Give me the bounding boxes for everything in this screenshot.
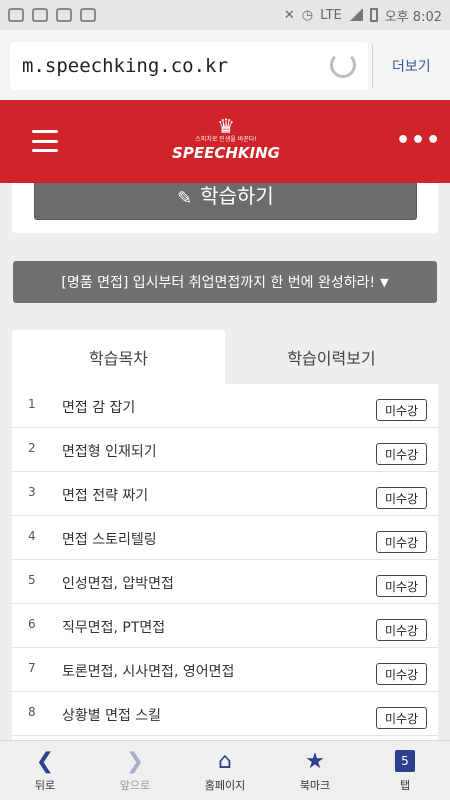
logo-tagline: 스피치로 인생을 바꾼다!: [195, 136, 257, 143]
mute-icon: ✕: [283, 7, 295, 23]
course-dropdown-label: [명품 면접] 입시부터 취업면접까지 한 번에 완성하라!: [61, 275, 376, 291]
forward-button[interactable]: ❯ 앞으로: [90, 741, 180, 800]
tab-bar: 학습목차 학습이력보기: [12, 330, 438, 384]
tab-history[interactable]: 학습이력보기: [225, 330, 438, 384]
lesson-title[interactable]: 면접형 인재되기: [62, 441, 157, 461]
home-button[interactable]: ⌂ 홈페이지: [180, 741, 270, 800]
study-button[interactable]: ✎ 학습하기: [34, 183, 417, 220]
list-item[interactable]: 1 면접 감 잡기 미수강: [12, 384, 438, 428]
chevron-left-icon: ❮: [35, 748, 55, 774]
tab-curriculum[interactable]: 학습목차: [12, 330, 225, 384]
browser-bottom-nav: ❮ 뒤로 ❯ 앞으로 ⌂ 홈페이지 ★ 북마크 5 탭: [0, 740, 450, 800]
bookmark-star-icon: ★: [305, 748, 325, 774]
divider: [372, 44, 373, 88]
lesson-title[interactable]: 면접 스토리텔링: [62, 529, 157, 549]
lesson-number: 7: [28, 661, 36, 675]
pencil-icon: ✎: [177, 188, 193, 209]
reload-icon[interactable]: [330, 52, 356, 78]
more-options-icon[interactable]: •••: [396, 128, 441, 153]
list-item[interactable]: 7 토론면접, 시사면접, 영어면접 미수강: [12, 648, 438, 692]
network-type: LTE: [320, 7, 342, 23]
lesson-number: 8: [28, 705, 36, 719]
url-field[interactable]: m.speechking.co.kr: [10, 42, 368, 90]
logo-text: SPEECHKING: [172, 144, 280, 162]
lesson-number: 4: [28, 529, 36, 543]
alarm-icon: ◷: [301, 7, 314, 23]
lesson-title[interactable]: 직무면접, PT면접: [62, 617, 165, 637]
notification-icon: [80, 8, 96, 22]
study-button-label: 학습하기: [200, 184, 274, 208]
more-button[interactable]: 더보기: [392, 56, 431, 76]
signal-icon: [348, 9, 363, 21]
status-badge: 미수강: [376, 399, 427, 421]
bookmark-label: 북마크: [299, 779, 331, 792]
list-item[interactable]: 3 면접 전략 짜기 미수강: [12, 472, 438, 516]
lesson-list: 1 면접 감 잡기 미수강 2 면접형 인재되기 미수강 3 면접 전략 짜기 …: [12, 384, 438, 740]
battery-icon: [369, 8, 378, 22]
lesson-number: 3: [28, 485, 36, 499]
url-text: m.speechking.co.kr: [22, 55, 228, 77]
forward-label: 앞으로: [119, 779, 151, 792]
status-badge: 미수강: [376, 531, 427, 553]
lesson-title[interactable]: 인성면접, 압박면접: [62, 573, 174, 593]
lesson-title[interactable]: 면접 전략 짜기: [62, 485, 148, 505]
caret-down-icon: ▼: [380, 275, 389, 289]
clock: 오후 8:02: [384, 9, 442, 25]
site-logo[interactable]: ♛ 스피치로 인생을 바꾼다! SPEECHKING: [168, 116, 284, 170]
lesson-title[interactable]: 상황별 면접 스킬: [62, 705, 161, 725]
notification-icon: [8, 8, 24, 22]
tabs-icon: 5: [395, 747, 415, 775]
course-dropdown[interactable]: [명품 면접] 입시부터 취업면접까지 한 번에 완성하라! ▼: [13, 261, 437, 303]
list-item[interactable]: 4 면접 스토리텔링 미수강: [12, 516, 438, 560]
tab-count: 5: [395, 750, 415, 772]
list-item[interactable]: 2 면접형 인재되기 미수강: [12, 428, 438, 472]
image-icon: [56, 8, 72, 22]
home-label: 홈페이지: [204, 779, 246, 792]
status-badge: 미수강: [376, 663, 427, 685]
chevron-right-icon: ❯: [125, 748, 145, 774]
list-item[interactable]: 5 인성면접, 압박면접 미수강: [12, 560, 438, 604]
list-item[interactable]: 6 직무면접, PT면접 미수강: [12, 604, 438, 648]
back-label: 뒤로: [34, 779, 56, 792]
status-badge: 미수강: [376, 707, 427, 729]
list-item[interactable]: 8 상황별 면접 스킬 미수강: [12, 692, 438, 736]
back-button[interactable]: ❮ 뒤로: [0, 741, 90, 800]
lesson-number: 1: [28, 397, 36, 411]
tabs-label: 탭: [399, 779, 411, 792]
lesson-number: 6: [28, 617, 36, 631]
tabs-button[interactable]: 5 탭: [360, 741, 450, 800]
status-badge: 미수강: [376, 443, 427, 465]
hamburger-menu-icon[interactable]: [32, 130, 58, 152]
bookmark-button[interactable]: ★ 북마크: [270, 741, 360, 800]
lesson-title[interactable]: 면접 감 잡기: [62, 397, 135, 417]
home-icon: ⌂: [218, 748, 232, 774]
lesson-number: 5: [28, 573, 36, 587]
status-badge: 미수강: [376, 575, 427, 597]
notification-icon: [32, 8, 48, 22]
crown-icon: ♛: [217, 114, 235, 138]
status-bar: ✕ ◷ LTE 오후 8:02: [0, 0, 450, 30]
browser-toolbar: m.speechking.co.kr 더보기: [0, 30, 450, 100]
status-badge: 미수강: [376, 619, 427, 641]
site-header: ♛ 스피치로 인생을 바꾼다! SPEECHKING •••: [0, 100, 450, 183]
status-badge: 미수강: [376, 487, 427, 509]
lesson-number: 2: [28, 441, 36, 455]
lesson-title[interactable]: 토론면접, 시사면접, 영어면접: [62, 661, 234, 681]
